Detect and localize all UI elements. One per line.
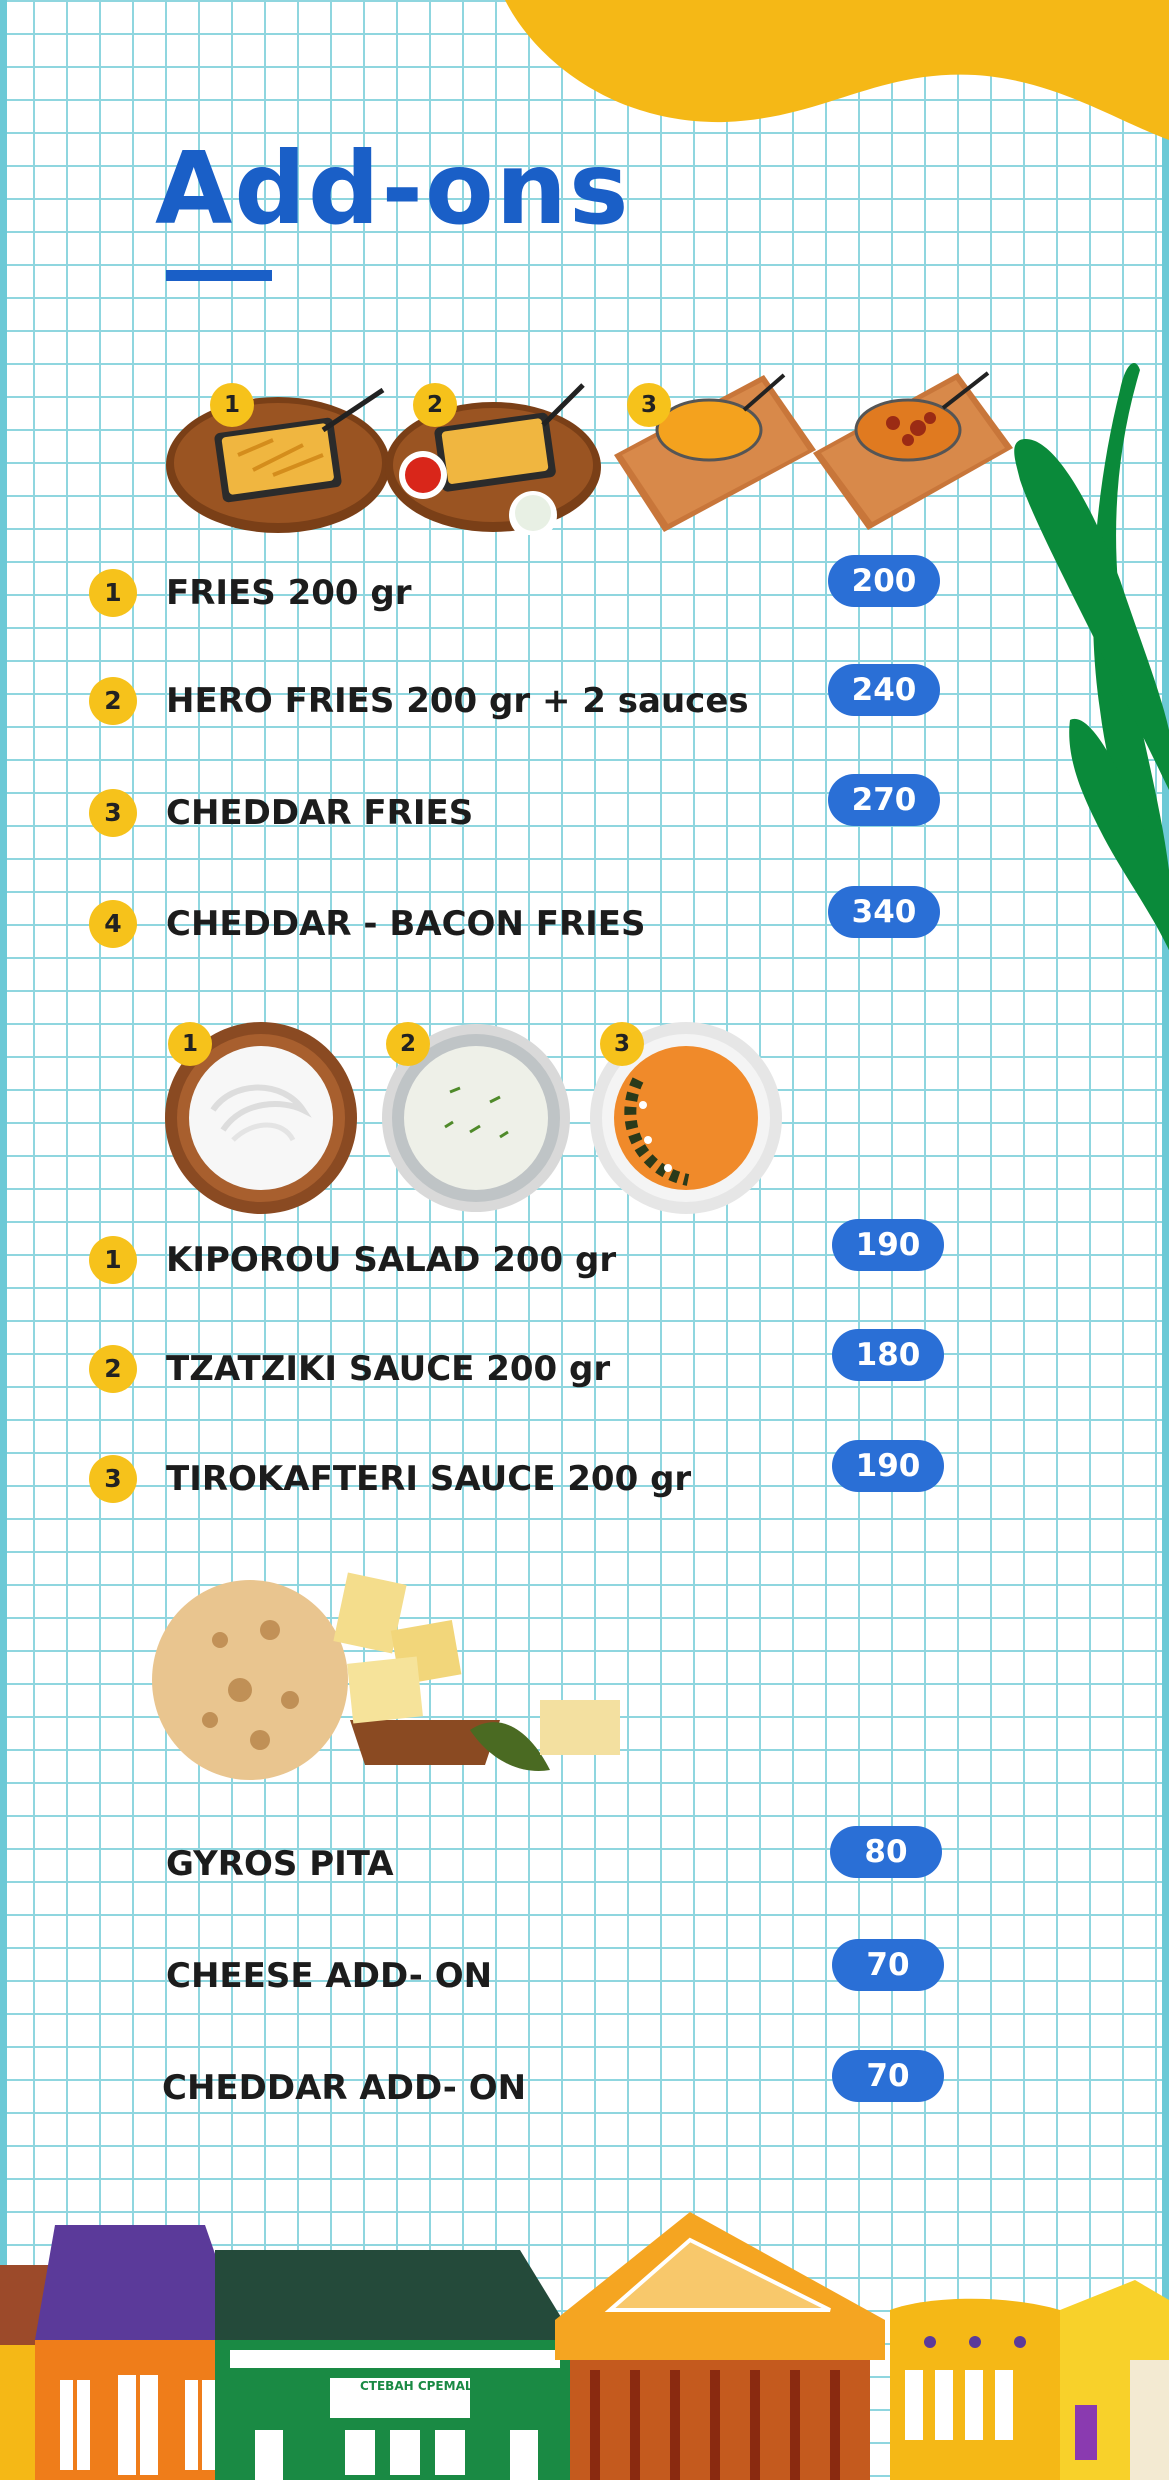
fries-photo-badge-2: 2 <box>413 383 457 427</box>
item-number-badge: 2 <box>89 1345 137 1393</box>
left-border <box>0 0 7 2480</box>
item-number-badge: 3 <box>89 1455 137 1503</box>
menu-item-label: FRIES 200 gr <box>166 573 412 613</box>
price-badge: 190 <box>832 1440 944 1492</box>
item-number-badge: 4 <box>89 900 137 948</box>
sauce-photo-badge-2: 2 <box>386 1022 430 1066</box>
item-number-badge: 2 <box>89 677 137 725</box>
yellow-blob-decoration <box>505 0 1169 140</box>
fries-photo-1 <box>166 387 390 533</box>
plant-decoration <box>1014 363 1169 950</box>
fries-photo-badge-1: 1 <box>210 383 254 427</box>
menu-item-label: CHEESE ADD- ON <box>166 1956 493 1996</box>
fries-photo-badge-3: 3 <box>627 383 671 427</box>
menu-item-label: CHEDDAR ADD- ON <box>162 2068 527 2108</box>
menu-item-label: HERO FRIES 200 gr + 2 sauces <box>166 681 749 721</box>
menu-item-label: CHEDDAR - BACON FRIES <box>166 904 646 944</box>
buildings-illustration <box>0 2212 1169 2480</box>
menu-item-label: TZATZIKI SAUCE 200 gr <box>166 1349 611 1389</box>
price-badge: 340 <box>828 886 940 938</box>
menu-item-label: GYROS PITA <box>166 1844 394 1884</box>
price-badge: 270 <box>828 774 940 826</box>
item-number-badge: 1 <box>89 1236 137 1284</box>
pita-cheese-photo <box>152 1572 620 1780</box>
page-title: Add-ons <box>155 130 631 247</box>
price-badge: 80 <box>830 1826 942 1878</box>
title-underline <box>166 270 272 281</box>
storefront-sign: СТЕВАН СРЕМАЦ <box>359 2379 476 2393</box>
menu-item-label: KIPOROU SALAD 200 gr <box>166 1240 617 1280</box>
sauce-photo-badge-3: 3 <box>600 1022 644 1066</box>
menu-item-label: CHEDDAR FRIES <box>166 793 474 833</box>
price-badge: 70 <box>832 2050 944 2102</box>
price-badge: 180 <box>832 1329 944 1381</box>
fries-photo-4 <box>813 371 1013 530</box>
item-number-badge: 3 <box>89 789 137 837</box>
sauce-photo-badge-1: 1 <box>168 1022 212 1066</box>
price-badge: 70 <box>832 1939 944 1991</box>
price-badge: 240 <box>828 664 940 716</box>
price-badge: 200 <box>828 555 940 607</box>
item-number-badge: 1 <box>89 569 137 617</box>
price-badge: 190 <box>832 1219 944 1271</box>
menu-item-label: TIROKAFTERI SAUCE 200 gr <box>166 1459 692 1499</box>
